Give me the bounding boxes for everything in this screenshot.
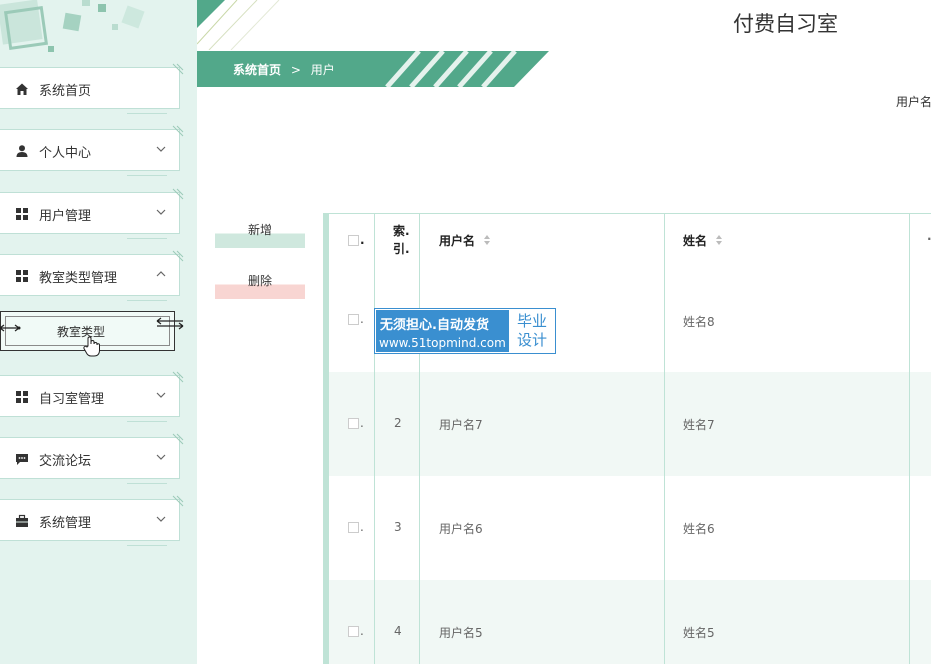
- page-title: 付费自习室: [733, 12, 838, 36]
- sidebar-item-user-management[interactable]: 用户管理: [0, 188, 184, 239]
- chevron-down-icon: [156, 392, 166, 398]
- breadcrumb-home[interactable]: 系统首页: [233, 63, 281, 77]
- watermark-left-panel: 无须担心.自动发货 www.51topmind.com: [376, 310, 509, 352]
- cell-name: 姓名6: [683, 522, 715, 536]
- header-decor-stripe-icon: [197, 0, 280, 50]
- watermark-badge-line1: 毕业: [516, 312, 547, 330]
- header-username[interactable]: 用户名: [439, 232, 475, 249]
- select-all-checkbox[interactable]: [348, 235, 359, 246]
- menu-underline: [127, 110, 167, 114]
- row-checkbox-dot: .: [360, 312, 364, 326]
- cell-index: 3: [394, 520, 402, 534]
- row-checkbox[interactable]: [348, 314, 359, 325]
- cell-index: 2: [394, 416, 402, 430]
- corner-slash-icon: [172, 63, 184, 75]
- chat-icon: [16, 454, 28, 465]
- add-button-label: 新增: [247, 223, 272, 237]
- sidebar-item-label: 自习室管理: [39, 392, 105, 407]
- row-checkbox[interactable]: [348, 418, 359, 429]
- row-checkbox[interactable]: [348, 626, 359, 637]
- cell-username: 用户名6: [439, 522, 483, 536]
- sidebar-item-home[interactable]: 系统首页: [0, 63, 184, 114]
- chevron-down-icon: [156, 146, 166, 152]
- sidebar-item-study-room-management[interactable]: 自习室管理: [0, 371, 184, 422]
- arrows-left-right-icon: [0, 324, 21, 332]
- sidebar-item-label: 教室类型管理: [39, 271, 118, 286]
- watermark-badge: 无须担心.自动发货 www.51topmind.com 毕业 设计: [374, 308, 556, 354]
- cell-username: 用户名5: [439, 626, 483, 640]
- chevron-up-icon: [156, 271, 166, 277]
- row-checkbox-dot: .: [360, 624, 364, 638]
- person-icon: [16, 145, 28, 157]
- corner-slash-icon: [172, 125, 184, 137]
- sidebar-item-classroom-type-management[interactable]: 教室类型管理: [0, 250, 184, 301]
- sidebar-item-label: 系统首页: [39, 84, 92, 99]
- sidebar-item-label: 个人中心: [39, 146, 92, 161]
- header-next-column: ·: [927, 232, 931, 246]
- sidebar-item-personal-center[interactable]: 个人中心: [0, 125, 184, 176]
- corner-slash-icon: [172, 495, 184, 507]
- menu-underline: [127, 172, 167, 176]
- grid-icon: [16, 270, 28, 282]
- chevron-down-icon: [156, 516, 166, 522]
- sidebar-item-label: 交流论坛: [39, 454, 92, 469]
- delete-button-label: 删除: [247, 274, 272, 288]
- sidebar: 系统首页 个人中心 用户管理 教室类型管理 教室类型 自习室管理 交流论坛 系统…: [0, 0, 197, 664]
- menu-underline: [127, 297, 167, 301]
- sort-arrows-icon[interactable]: [483, 234, 491, 246]
- cell-username: 用户名7: [439, 418, 483, 432]
- hand-cursor-icon: [83, 336, 100, 357]
- table-grid-lines: [374, 214, 910, 664]
- watermark-line2: www.51topmind.com: [379, 336, 506, 350]
- sidebar-item-system-management[interactable]: 系统管理: [0, 495, 184, 546]
- row-checkbox-dot: .: [360, 416, 364, 430]
- breadcrumb-separator: >: [290, 63, 301, 77]
- header-checkbox-dot: .: [360, 233, 365, 247]
- menu-underline: [127, 235, 167, 239]
- row-checkbox-dot: .: [360, 520, 364, 534]
- watermark-badge-line2: 设计: [516, 331, 547, 349]
- sidebar-item-label: 用户管理: [39, 209, 92, 224]
- chevron-down-icon: [156, 454, 166, 460]
- breadcrumb: 系统首页 > 用户: [197, 51, 557, 87]
- corner-slash-icon: [172, 371, 184, 383]
- cell-index: 4: [394, 624, 402, 638]
- decor-squares-icon: [0, 0, 145, 52]
- sidebar-item-label: 系统管理: [39, 516, 92, 531]
- corner-slash-icon: [172, 250, 184, 262]
- breadcrumb-current: 用户: [310, 63, 335, 77]
- chevron-down-icon: [156, 209, 166, 215]
- corner-slash-icon: [172, 188, 184, 200]
- watermark-right-panel: 毕业 设计: [512, 312, 552, 350]
- cell-name: 姓名8: [683, 315, 715, 329]
- briefcase-icon: [16, 514, 28, 527]
- menu-underline: [127, 542, 167, 546]
- search-username-label: 用户名: [896, 95, 931, 109]
- delete-button[interactable]: 删除: [215, 267, 305, 299]
- header-name[interactable]: 姓名: [683, 232, 707, 249]
- add-button[interactable]: 新增: [215, 216, 305, 248]
- breadcrumb-text: 系统首页 > 用户: [233, 61, 335, 78]
- menu-underline: [127, 418, 167, 422]
- menu-underline: [127, 480, 167, 484]
- corner-slash-icon: [172, 433, 184, 445]
- sidebar-item-forum[interactable]: 交流论坛: [0, 433, 184, 484]
- grid-icon: [16, 391, 28, 403]
- watermark-line1: 无须担心.自动发货: [380, 318, 489, 333]
- home-icon: [16, 83, 28, 95]
- row-checkbox[interactable]: [348, 522, 359, 533]
- grid-icon: [16, 208, 28, 220]
- cell-name: 姓名5: [683, 626, 715, 640]
- cell-name: 姓名7: [683, 418, 715, 432]
- arrows-left-right-icon: [156, 317, 184, 330]
- sort-arrows-icon[interactable]: [715, 234, 723, 246]
- users-table: . 索.引. 用户名 姓名 · . 姓名8 . 2 用户名7 姓名7 . 3 用…: [323, 213, 931, 664]
- header-index: 索.引.: [393, 224, 410, 256]
- sidebar-subitem-classroom-type[interactable]: 教室类型: [0, 311, 184, 357]
